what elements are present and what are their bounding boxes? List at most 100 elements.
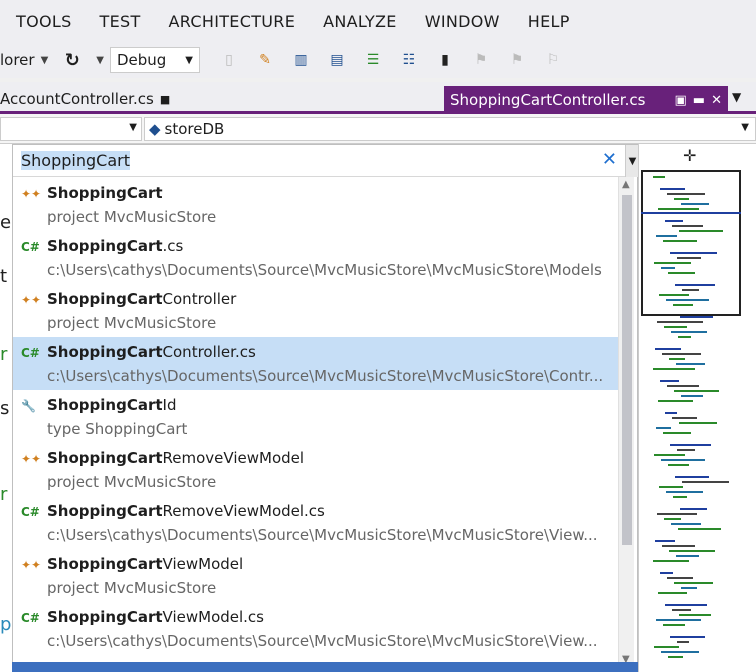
minimap-line [667, 193, 705, 195]
minimap-viewport[interactable] [641, 170, 741, 316]
clipped-code: r [0, 344, 8, 365]
list-item-selected[interactable]: C# ShoppingCartController.cs c:\Users\ca… [13, 337, 619, 390]
minimap-line [670, 444, 711, 446]
minimap-line [666, 299, 709, 301]
menu-analyze[interactable]: ANALYZE [323, 12, 397, 31]
list-item[interactable]: C# ShoppingCartViewModel.cs c:\Users\cat… [13, 602, 619, 655]
minimap-line [677, 257, 701, 259]
minimap-line [657, 321, 703, 323]
minimap-line [681, 395, 703, 397]
outdent-icon[interactable]: ☷ [398, 49, 420, 71]
results-scrollbar[interactable]: ▲ ▼ [618, 177, 634, 667]
tab-label: ShoppingCartController.cs [450, 91, 646, 109]
minimap-line [679, 614, 711, 616]
list-item[interactable]: ✦✦ ShoppingCartController project MvcMus… [13, 284, 619, 337]
tab-shopping-cart-controller[interactable]: ShoppingCartController.cs ▣ ▬ ✕ [444, 86, 728, 114]
prev-bookmark-icon[interactable]: ⚑ [470, 49, 492, 71]
minimap-line [670, 636, 705, 638]
minimap-line [653, 368, 695, 370]
search-dropdown-button[interactable]: ▼ [625, 145, 639, 177]
menu-tools[interactable]: TOOLS [16, 12, 72, 31]
minimap-line [679, 422, 717, 424]
minimap-line [660, 572, 673, 574]
member-value: storeDB [164, 120, 225, 138]
chevron-down-icon: ▼ [129, 122, 137, 133]
configuration-dropdown[interactable]: Debug ▼ [109, 47, 200, 73]
toolbar-explorer-label[interactable]: lorer [0, 51, 35, 69]
split-icon[interactable]: ▬ [693, 93, 705, 108]
split-handle-icon[interactable]: ✛ [683, 146, 696, 165]
minimap-line [675, 476, 709, 478]
minimap-line [660, 380, 679, 382]
bookmark-icon[interactable]: ▮ [434, 49, 456, 71]
pin-icon[interactable]: ▣ [675, 93, 687, 108]
close-icon[interactable]: ✕ [602, 149, 617, 170]
minimap-line [663, 432, 691, 434]
minimap-line [680, 508, 707, 510]
field-icon: ◆ [149, 120, 161, 138]
class-icon: ✦✦ [21, 293, 42, 307]
minimap-line [672, 417, 697, 419]
list-item[interactable]: 🔧 ShoppingCartId type ShoppingCart [13, 390, 619, 443]
minimap-line [669, 358, 685, 360]
menu-bar: TOOLS TEST ARCHITECTURE ANALYZE WINDOW H… [0, 0, 756, 42]
minimap-line [679, 230, 723, 232]
clipped-code: r [0, 484, 8, 505]
minimap-line [659, 294, 689, 296]
property-icon: 🔧 [21, 399, 36, 413]
lock-icon: ■ [159, 92, 171, 106]
menu-architecture[interactable]: ARCHITECTURE [169, 12, 296, 31]
minimap-line [655, 348, 681, 350]
minimap-line [656, 619, 701, 621]
clipped-code: s [0, 398, 10, 419]
menu-window[interactable]: WINDOW [425, 12, 500, 31]
refresh-icon[interactable]: ↻ [61, 49, 83, 71]
chevron-up-icon[interactable]: ▲ [622, 179, 630, 190]
class-icon: ✦✦ [21, 187, 42, 201]
minimap-line [658, 592, 687, 594]
minimap-line [658, 400, 693, 402]
minimap-line [670, 252, 717, 254]
clear-bookmark-icon[interactable]: ⚐ [542, 49, 564, 71]
chevron-down-icon[interactable]: ▼ [41, 55, 49, 66]
minimap-line [674, 390, 719, 392]
minimap-line [675, 284, 715, 286]
indent-icon[interactable]: ☰ [362, 49, 384, 71]
list-item[interactable]: ✦✦ ShoppingCart project MvcMusicStore [13, 178, 619, 231]
minimap-line [677, 449, 695, 451]
menu-test[interactable]: TEST [100, 12, 141, 31]
minimap-line [663, 240, 697, 242]
list-item[interactable]: C# ShoppingCart.cs c:\Users\cathys\Docum… [13, 231, 619, 284]
minimap-line [676, 363, 705, 365]
minimap-caret-line [641, 212, 741, 214]
minimap-line [681, 203, 709, 205]
close-icon[interactable]: ✕ [711, 93, 722, 108]
minimap-line [662, 353, 701, 355]
scrollbar-thumb[interactable] [622, 195, 632, 545]
type-dropdown[interactable]: ▼ [0, 117, 142, 141]
minimap-line [663, 624, 685, 626]
list-item[interactable]: ✦✦ ShoppingCartViewModel project MvcMusi… [13, 549, 619, 602]
tab-label: AccountController.cs [0, 90, 154, 108]
member-dropdown[interactable]: ◆ storeDB ▼ [144, 117, 756, 141]
minimap-line [654, 262, 691, 264]
minimap-line [658, 208, 699, 210]
chevron-down-icon[interactable]: ▼ [732, 90, 741, 104]
layout-icon[interactable]: ▤ [326, 49, 348, 71]
minimap-line [667, 385, 699, 387]
minimap-line [669, 550, 715, 552]
next-bookmark-icon[interactable]: ⚑ [506, 49, 528, 71]
tab-account-controller[interactable]: AccountController.cs ■ [0, 86, 170, 112]
minimap-line [665, 604, 707, 606]
search-input[interactable]: ShoppingCart ✕ [13, 145, 625, 177]
chevron-down-icon[interactable]: ▼ [96, 55, 104, 66]
find-icon[interactable]: ✎ [254, 49, 276, 71]
minimap-line [682, 289, 699, 291]
page-icon[interactable]: ▯ [218, 49, 240, 71]
menu-help[interactable]: HELP [528, 12, 570, 31]
list-item[interactable]: C# ShoppingCartRemoveViewModel.cs c:\Use… [13, 496, 619, 549]
list-item[interactable]: ✦✦ ShoppingCartRemoveViewModel project M… [13, 443, 619, 496]
toolbar: lorer ▼ ↻ ▼ Debug ▼ ▯ ✎ ▥ ▤ ☰ ☷ ▮ ⚑ ⚑ ⚐ [0, 42, 756, 78]
toolbox-icon[interactable]: ▥ [290, 49, 312, 71]
code-minimap[interactable]: ✛ [638, 144, 756, 672]
